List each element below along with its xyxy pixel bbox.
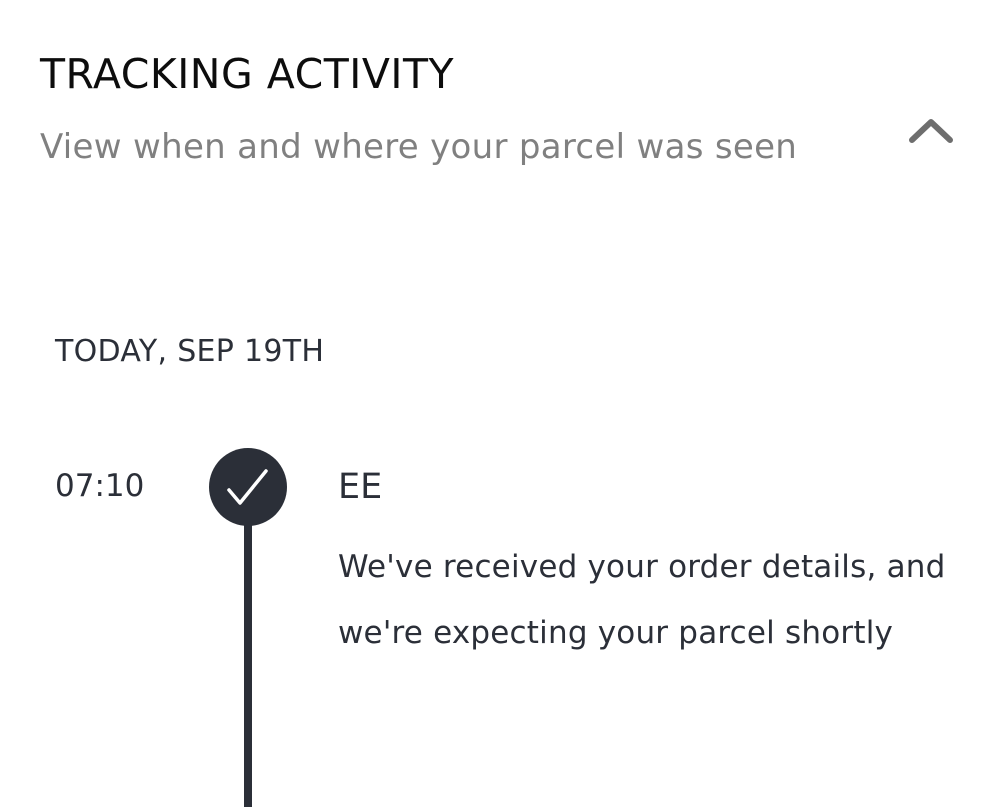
event-time: 07:10 [55, 468, 145, 504]
timeline-date-header: TODAY, SEP 19TH [55, 334, 325, 369]
collapse-toggle-button[interactable] [902, 110, 960, 150]
chevron-up-icon [909, 119, 953, 143]
event-description: We've received your order details, and w… [338, 549, 946, 651]
event-carrier: EE [338, 467, 383, 507]
section-title: TRACKING ACTIVITY [40, 50, 455, 98]
timeline-line [244, 500, 252, 807]
check-icon [227, 469, 268, 505]
timeline-status-dot [209, 448, 287, 526]
section-subtitle: View when and where your parcel was seen [40, 127, 798, 167]
